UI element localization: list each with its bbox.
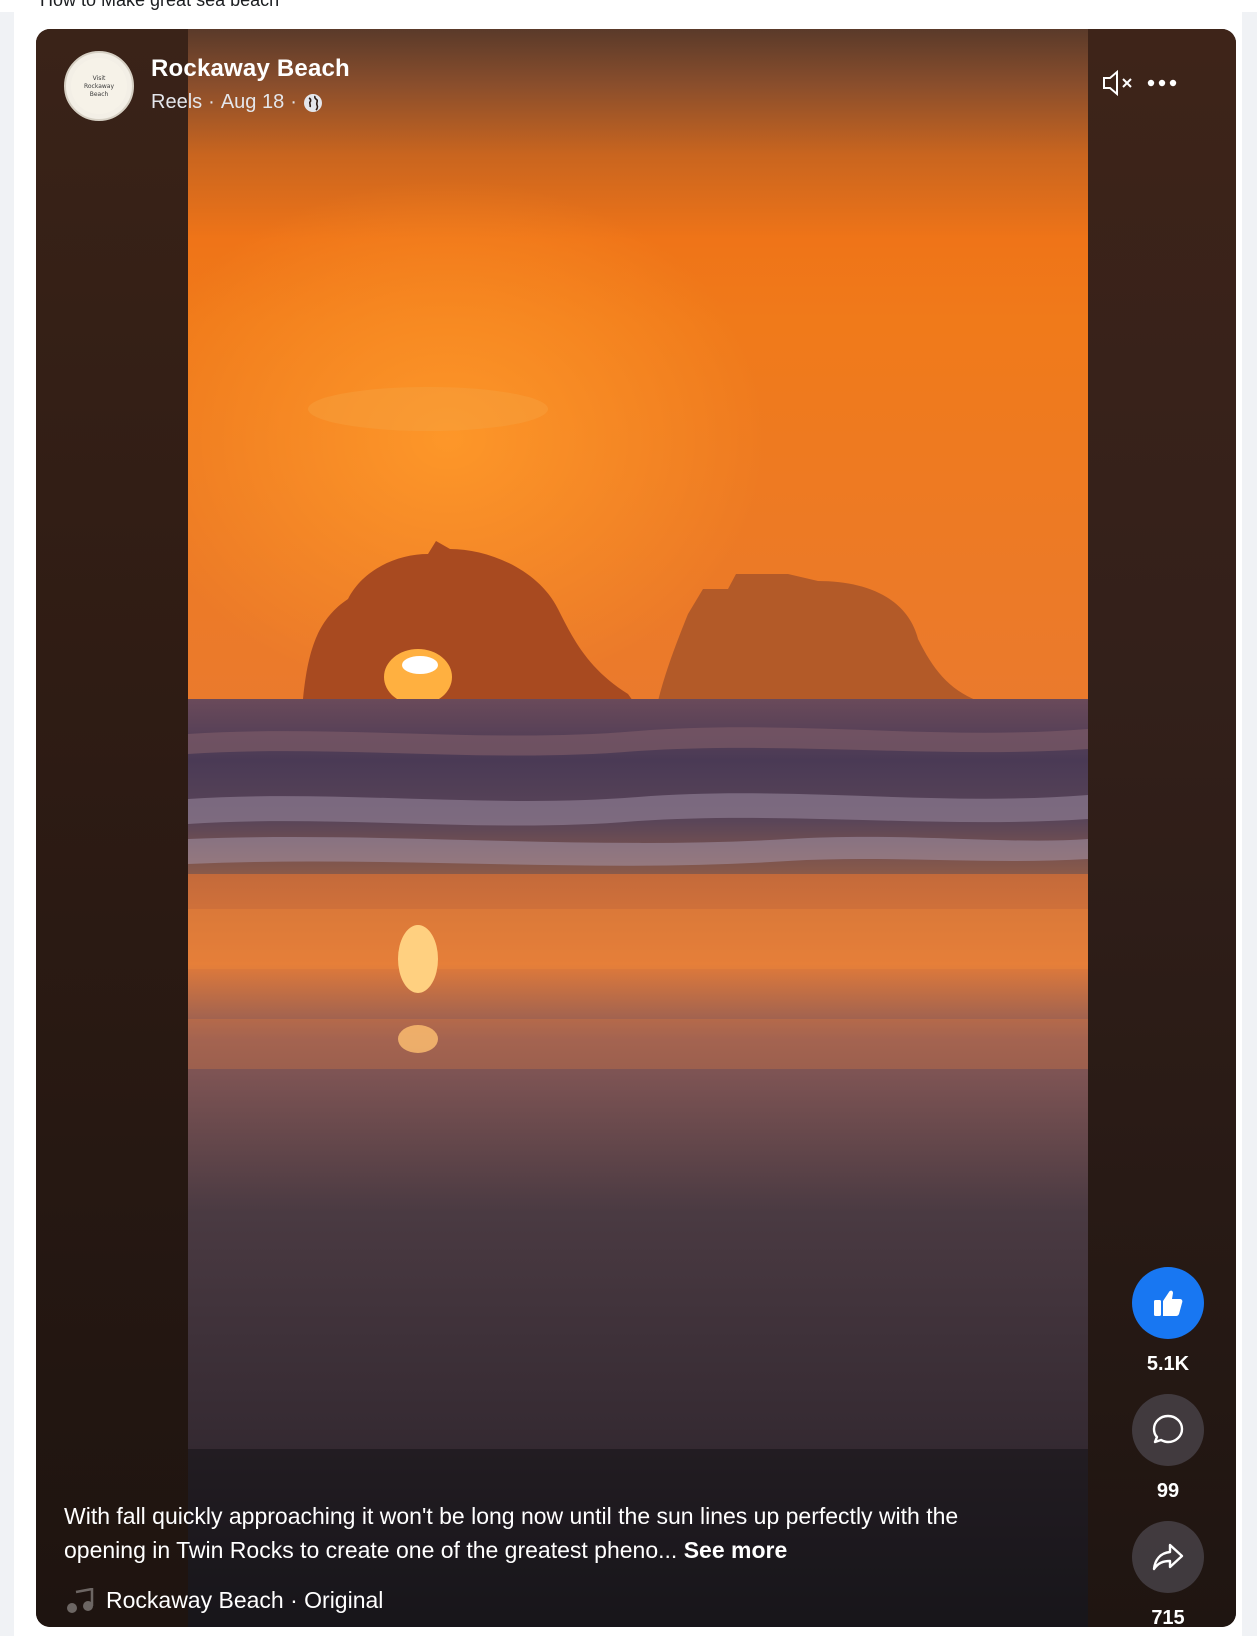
see-more-link[interactable]: See more (684, 1537, 788, 1563)
reel-video[interactable] (188, 29, 1088, 1627)
audio-label[interactable]: Rockaway Beach · Original (106, 1587, 383, 1614)
svg-text:Beach: Beach (90, 91, 109, 98)
post-date-link[interactable]: Aug 18 (221, 91, 284, 114)
thumbs-up-icon (1154, 1290, 1183, 1316)
mute-button[interactable] (1098, 63, 1138, 103)
share-count[interactable]: 715 (1151, 1607, 1184, 1627)
comment-button[interactable] (1132, 1394, 1204, 1466)
reel-left-blur-panel (36, 29, 188, 1627)
rockaway-beach-logo-icon: Visit Rockaway Beach (71, 58, 127, 114)
audio-attribution[interactable]: Rockaway Beach · Original (64, 1587, 383, 1614)
page-header-partial-text: How to Make great sea beach (40, 0, 280, 10)
comment-bubble-icon (1152, 1414, 1184, 1444)
post-source-link[interactable]: Reels (151, 91, 202, 114)
meta-separator: · (208, 91, 215, 113)
reel-header: Visit Rockaway Beach Rockaway Beach Reel… (36, 29, 1236, 139)
like-button[interactable] (1132, 1267, 1204, 1339)
post-meta: Reels · Aug 18 · (151, 91, 323, 114)
more-options-icon (1147, 79, 1177, 87)
page-avatar[interactable]: Visit Rockaway Beach (64, 51, 134, 121)
svg-text:Visit: Visit (93, 75, 106, 82)
share-arrow-icon (1152, 1543, 1184, 1571)
reel-player[interactable]: Visit Rockaway Beach Rockaway Beach Reel… (36, 29, 1236, 1627)
caption-text: With fall quickly approaching it won't b… (64, 1503, 959, 1563)
meta-separator: · (290, 91, 297, 113)
page-name-link[interactable]: Rockaway Beach (151, 55, 350, 83)
audio-music-icon (67, 1587, 94, 1613)
comment-count[interactable]: 99 (1157, 1480, 1179, 1503)
muted-speaker-icon (1103, 69, 1132, 97)
like-count[interactable]: 5.1K (1147, 1353, 1189, 1376)
svg-text:Rockaway: Rockaway (84, 83, 114, 90)
sunset-beach-image (188, 29, 1088, 1627)
public-globe-icon[interactable] (303, 93, 323, 113)
top-header-strip: How to Make great sea beach (0, 0, 1257, 12)
more-options-button[interactable] (1142, 63, 1182, 103)
reel-caption: With fall quickly approaching it won't b… (64, 1499, 1024, 1567)
reel-actions: 5.1K 99 715 (1130, 1267, 1206, 1627)
share-button[interactable] (1132, 1521, 1204, 1593)
